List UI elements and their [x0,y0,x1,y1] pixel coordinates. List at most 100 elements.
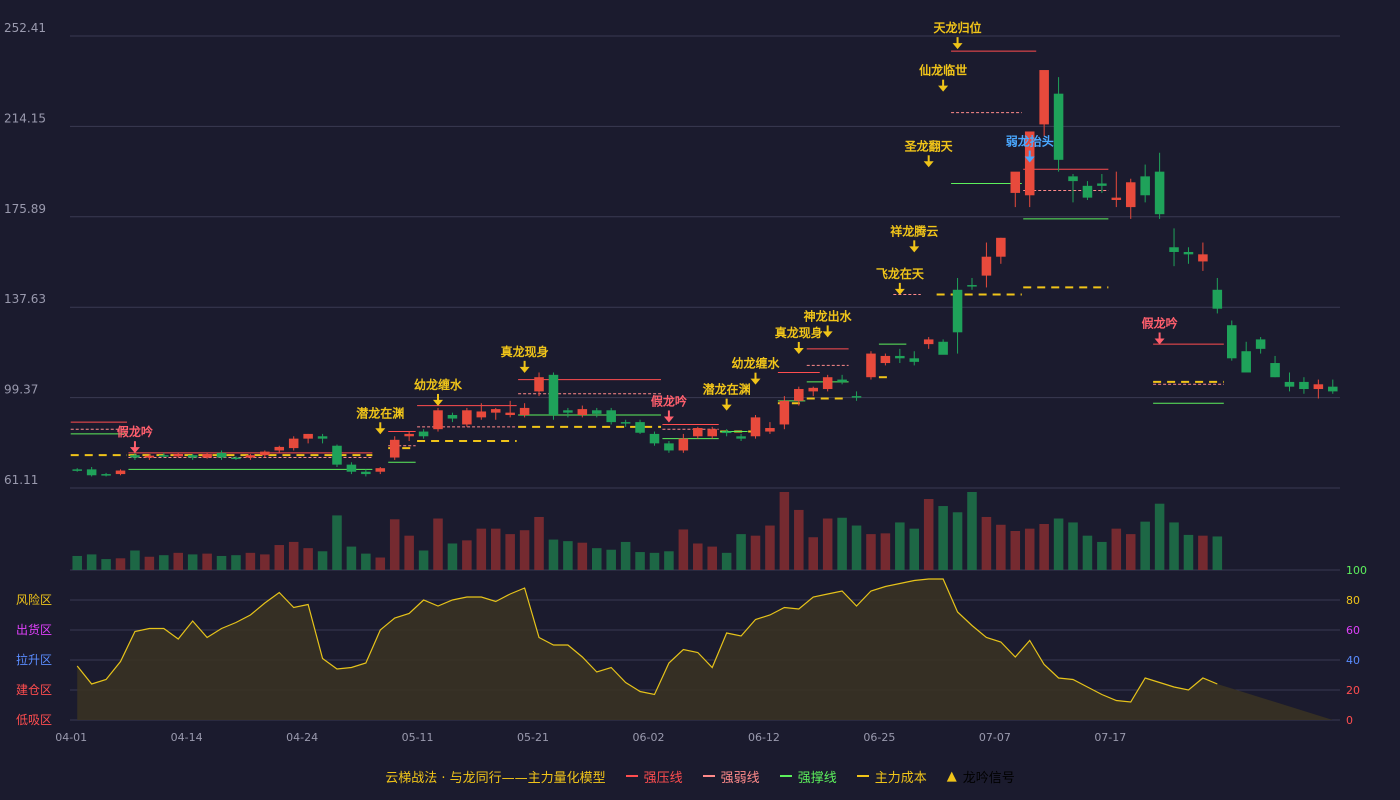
volume-bar [332,515,342,570]
candle-body [1053,93,1064,160]
signal-label: 真龙现身 [775,325,823,340]
candle-body [591,410,602,414]
x-tick-label: 06-12 [748,731,780,744]
signal-arrow-icon [519,366,530,373]
volume-bar [866,534,876,570]
legend-swatch-strong-pressure [625,775,638,777]
volume-bar [1111,528,1122,570]
candle-body [664,443,674,451]
volume-bar [534,516,544,570]
signal-label: 潜龙在渊 [703,382,751,397]
legend: 云梯战法 · 与龙同行——主力量化模型 强压线 强弱线 强撑线 主力成本 ▲ 龙… [0,767,1400,786]
candle-body [721,431,732,434]
candle-body [418,431,429,437]
volume-bar [519,530,530,570]
legend-item-strong-pressure[interactable]: 强压线 [625,767,683,786]
volume-bar [1082,535,1093,570]
candle-body [548,374,559,416]
volume-bar [923,499,934,570]
candle-body [1198,254,1208,262]
legend-item-strong-support[interactable]: 强撑线 [779,767,837,786]
signal-label: 天龙归位 [934,20,982,35]
volume-bar [664,551,674,570]
candle-body [880,355,891,364]
candle-body [606,410,616,423]
signal-arrow-icon [938,85,949,92]
candle-body [779,400,790,425]
oscillator-zone-label: 出货区 [16,622,52,637]
candle-body [1097,183,1107,186]
signal-label: 真龙现身 [501,344,549,359]
signal-arrow-icon [909,246,920,253]
volume-bar [1010,531,1021,570]
x-tick-label: 07-07 [979,731,1011,744]
signal-arrow-icon [952,43,963,50]
volume-bar [1140,521,1150,570]
x-tick-label: 04-24 [286,731,318,744]
candle-body [967,285,977,287]
candle-body [822,377,833,390]
candle-body [909,358,920,362]
volume-bar [1068,522,1078,570]
candle-body [981,256,992,276]
volume-bar [86,554,97,570]
volume-bar [981,516,992,570]
candle-body [260,451,270,456]
volume-bar [851,525,862,570]
candle-body [1068,176,1078,182]
candle-body [866,353,876,378]
volume-bar [505,534,515,570]
legend-item-dragon-signal[interactable]: ▲ 龙吟信号 [947,767,1015,786]
candle-body [1111,197,1122,201]
volume-bar [620,541,631,570]
price-tick-label: 99.37 [4,383,38,397]
candle-body [693,428,703,437]
candle-body [1125,182,1136,208]
oscillator-tick-label: 100 [1346,564,1367,577]
volume-bar [822,518,833,570]
volume-bar [635,552,645,570]
candle-body [389,439,400,458]
candle-body [245,455,256,458]
candle-body [447,415,458,419]
volume-bar [938,506,948,570]
signal-arrow-icon [1154,338,1165,345]
volume-bar [101,559,111,570]
volume-bar [707,546,717,570]
candle-body [1039,70,1049,125]
signal-arrow-icon [750,378,761,385]
volume-bar [144,556,155,570]
candle-body [361,471,371,475]
oscillator-zone-label: 风险区 [16,592,52,607]
x-tick-label: 06-25 [863,731,895,744]
volume-bar [1125,534,1136,570]
price-tick-label: 175.89 [4,202,46,216]
legend-item-strong-weak[interactable]: 强弱线 [702,767,760,786]
signal-arrow-icon [721,404,732,411]
legend-swatch-dragon-signal: ▲ [946,768,957,784]
candle-body [736,436,746,439]
volume-bar [317,551,328,570]
candle-body [1183,251,1194,255]
oscillator-tick-label: 60 [1346,624,1360,637]
volume-bar [1053,518,1064,570]
legend-item-main-cost[interactable]: 主力成本 [856,767,927,786]
candle-body [938,341,948,355]
signal-label: 假龙吟 [117,424,153,439]
candle-body [649,433,660,444]
volume-bar [346,546,357,570]
oscillator-tick-label: 20 [1346,684,1360,697]
candle-body [288,438,299,449]
volume-bar [72,555,82,570]
candle-body [1313,384,1324,390]
candle-body [808,387,819,392]
signal-arrow-icon [375,428,386,435]
volume-bar [909,528,920,570]
signal-arrow-icon [663,416,674,423]
candle-body [1154,171,1165,215]
volume-bar [591,548,602,570]
candle-body [144,455,155,458]
legend-label-dragon-signal: 龙吟信号 [962,770,1015,786]
x-tick-label: 05-11 [402,731,434,744]
price-tick-label: 137.63 [4,292,46,306]
